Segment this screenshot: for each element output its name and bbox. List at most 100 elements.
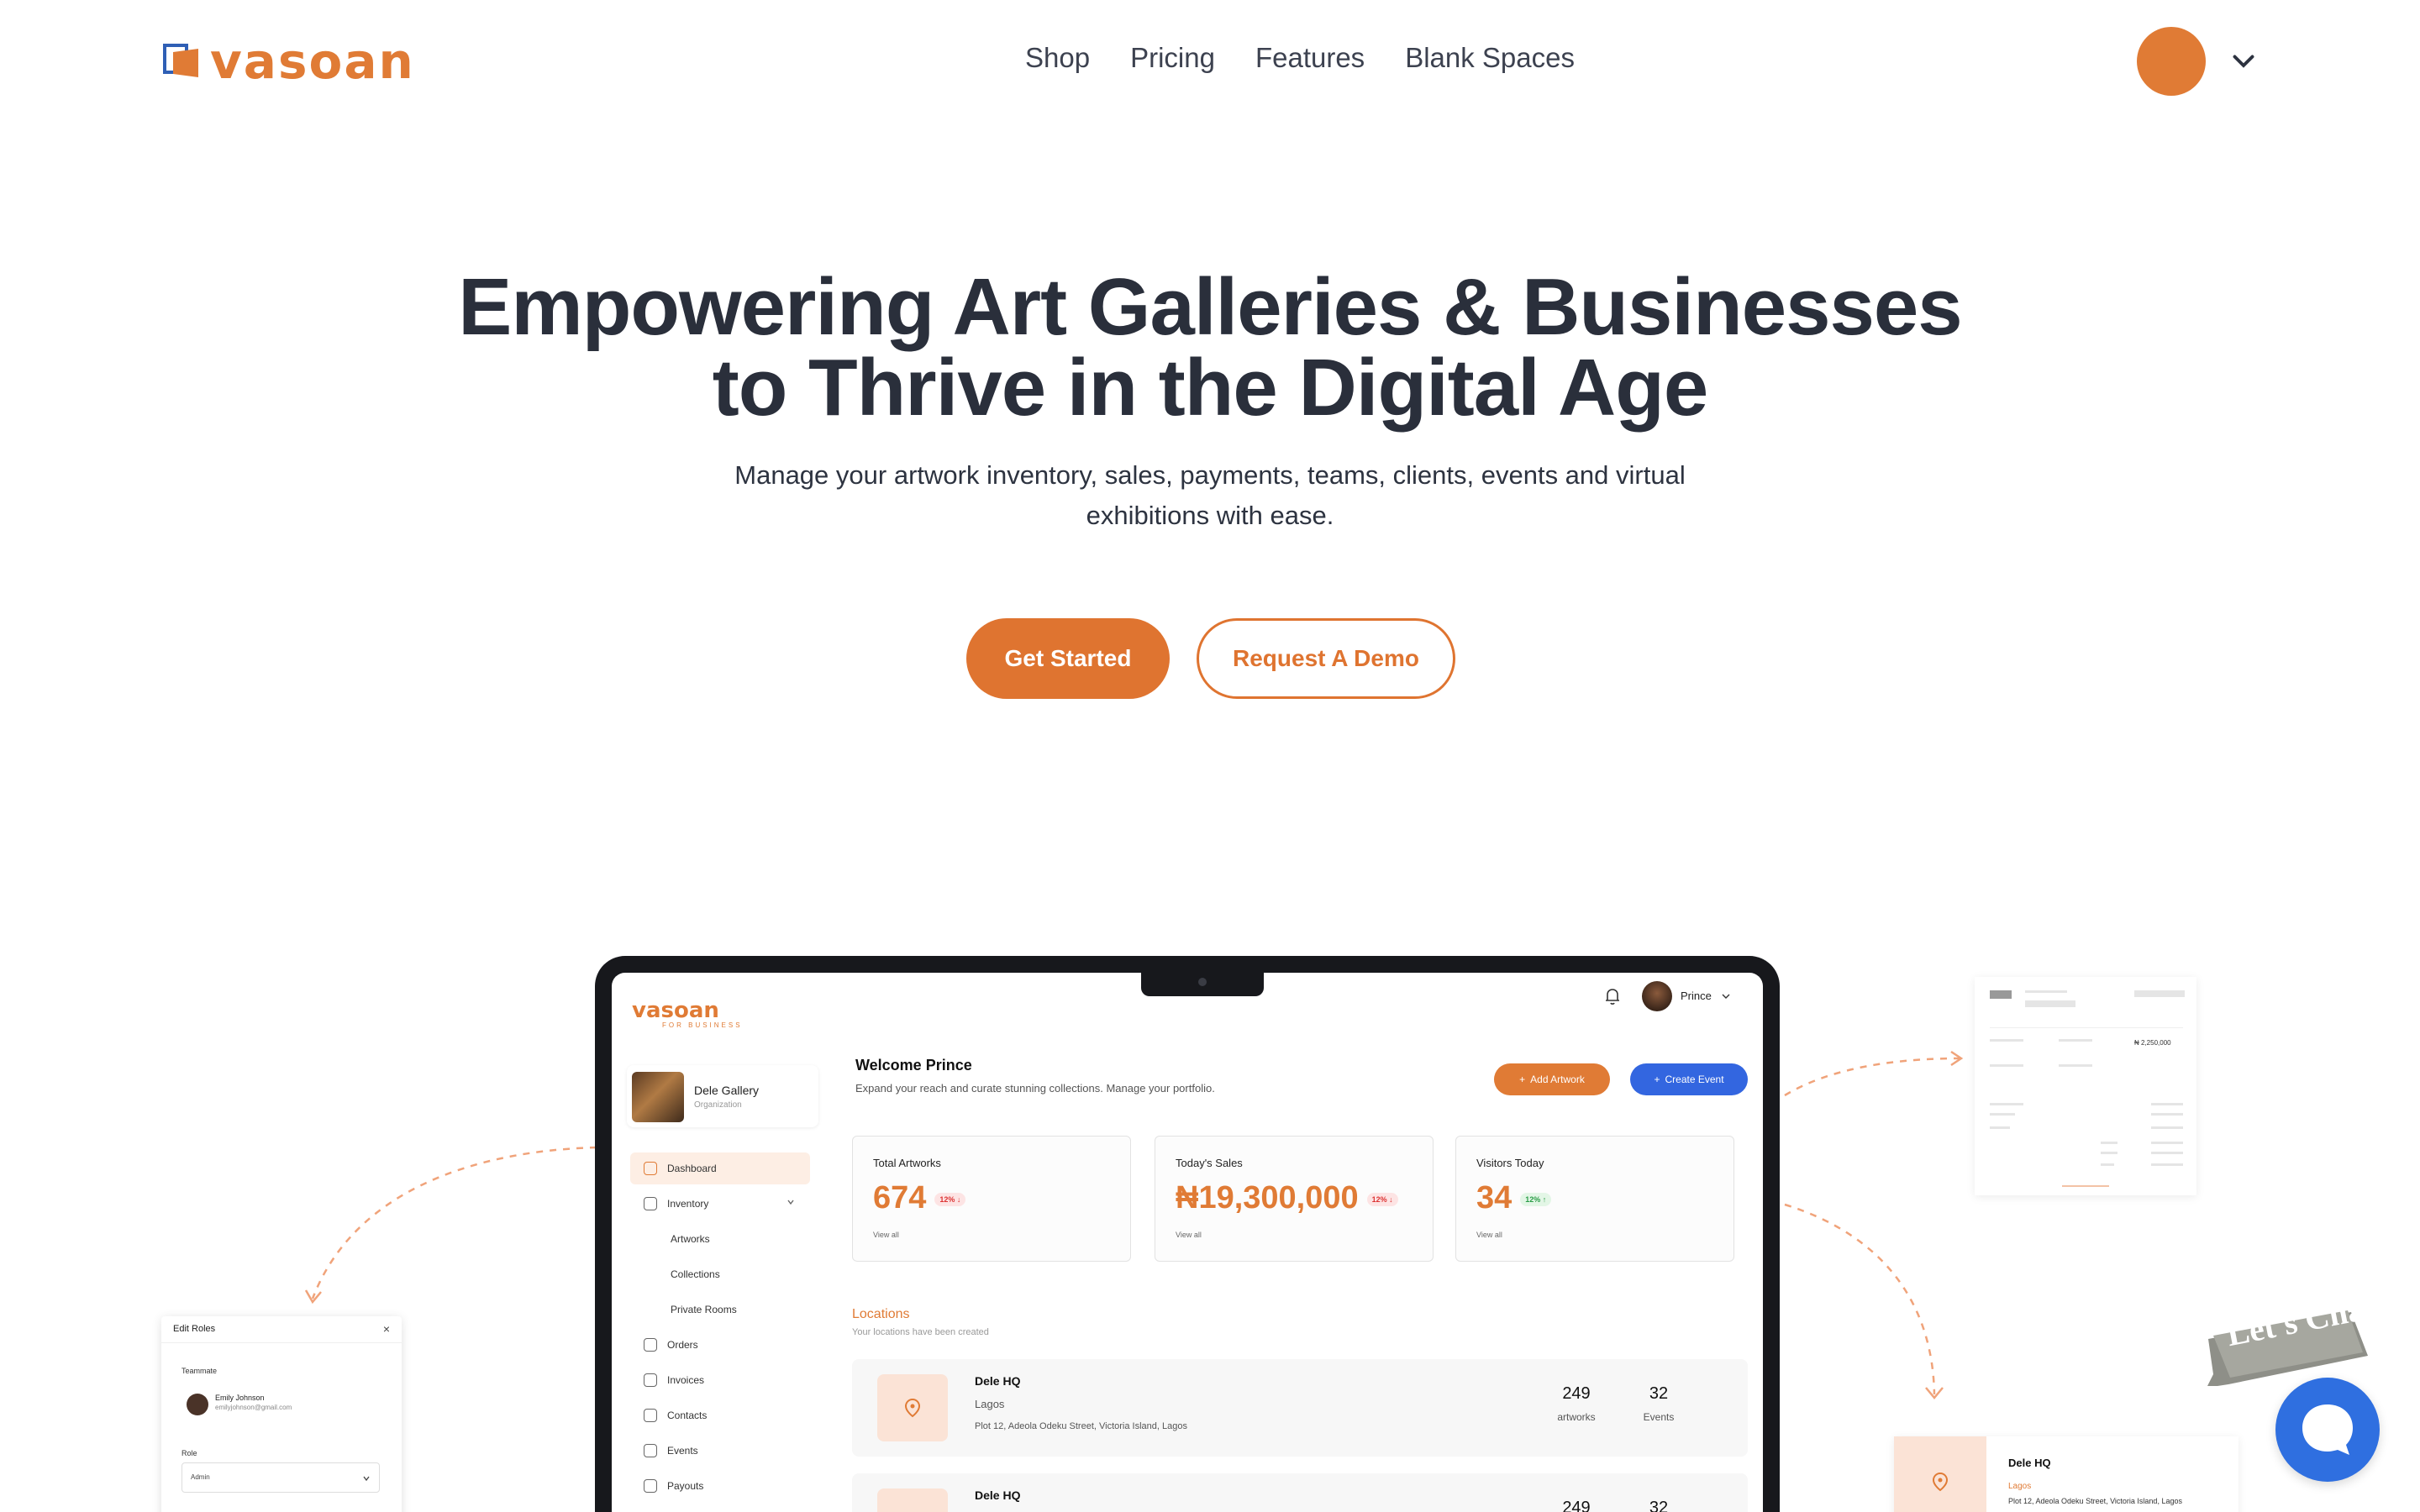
laptop-mockup: vasοan FOR BUSINESS Dele Gallery Organiz… bbox=[595, 956, 1780, 1512]
org-name: Dele Gallery bbox=[694, 1084, 760, 1097]
add-artwork-button[interactable]: + Add Artwork bbox=[1494, 1063, 1610, 1095]
app-logo-text: vasοan bbox=[632, 998, 719, 1023]
sidebar-item-label: Private Rooms bbox=[671, 1304, 737, 1315]
location-name: Dele HQ bbox=[2008, 1457, 2051, 1469]
invoice-line bbox=[2101, 1163, 2114, 1166]
stat-number: 34 bbox=[1476, 1180, 1512, 1215]
inventory-icon bbox=[644, 1197, 657, 1210]
location-pin-icon bbox=[1894, 1436, 1986, 1512]
location-row[interactable]: Dele HQ Lagos Plot 12, Adeola Odeku Stre… bbox=[852, 1359, 1748, 1457]
nav-link-blank-spaces[interactable]: Blank Spaces bbox=[1405, 42, 1575, 74]
location-pin-icon bbox=[877, 1488, 948, 1512]
invoice-line bbox=[2151, 1103, 2183, 1105]
location-address: Plot 12, Adeola Odeku Street, Victoria I… bbox=[2008, 1497, 2182, 1505]
hero-title: Empowering Art Galleries & Businesses to… bbox=[0, 267, 2420, 428]
create-event-label: Create Event bbox=[1665, 1074, 1724, 1085]
dashed-arrow-top-right bbox=[1784, 1050, 1964, 1097]
org-switcher[interactable]: Dele Gallery Organization bbox=[627, 1065, 818, 1127]
invoice-line bbox=[2151, 1142, 2183, 1144]
view-all-link[interactable]: View all bbox=[1176, 1231, 1202, 1239]
close-icon[interactable]: × bbox=[383, 1322, 390, 1336]
sidebar-item-contacts[interactable]: Contacts bbox=[630, 1399, 810, 1431]
role-label: Role bbox=[182, 1449, 197, 1457]
member-name: Emily Johnson bbox=[215, 1394, 265, 1402]
stat-label: Visitors Today bbox=[1476, 1157, 1544, 1169]
request-demo-button[interactable]: Request A Demo bbox=[1197, 618, 1455, 699]
stat-label: Today's Sales bbox=[1176, 1157, 1243, 1169]
location-pin-icon bbox=[877, 1374, 948, 1441]
home-icon bbox=[644, 1162, 657, 1175]
invoice-logo bbox=[1990, 990, 2012, 999]
nav-links: Shop Pricing Features Blank Spaces bbox=[1025, 42, 1575, 74]
member-email: emilyjohnson@gmail.com bbox=[215, 1404, 292, 1411]
teammate-label: Teammate bbox=[182, 1367, 218, 1375]
sidebar-item-invoices[interactable]: Invoices bbox=[630, 1364, 810, 1396]
chat-launcher-button[interactable] bbox=[2275, 1378, 2380, 1482]
events-count: 32 bbox=[1649, 1384, 1669, 1403]
location-preview-card: Dele HQ Lagos Plot 12, Adeola Odeku Stre… bbox=[1894, 1436, 2238, 1512]
role-select[interactable]: Admin bbox=[182, 1462, 380, 1493]
invoice-line bbox=[2025, 990, 2067, 993]
brand-name: vasοan bbox=[210, 33, 415, 90]
stat-value: 674 12% ↓ bbox=[873, 1180, 966, 1216]
user-avatar[interactable] bbox=[2137, 27, 2206, 96]
nav-link-pricing[interactable]: Pricing bbox=[1130, 42, 1215, 74]
view-all-link[interactable]: View all bbox=[1476, 1231, 1502, 1239]
invoice-line bbox=[2151, 1152, 2183, 1154]
stat-card-total-artworks: Total Artworks 674 12% ↓ View all bbox=[852, 1136, 1131, 1262]
invoice-footer bbox=[2062, 1185, 2109, 1187]
bell-icon[interactable] bbox=[1603, 986, 1622, 1006]
events-count: 32 bbox=[1649, 1499, 1669, 1512]
sidebar-item-dashboard[interactable]: Dashboard bbox=[630, 1152, 810, 1184]
welcome-title: Welcome Prince bbox=[855, 1057, 972, 1074]
location-city: Lagos bbox=[975, 1398, 1005, 1410]
stat-value: ₦19,300,000 12% ↓ bbox=[1176, 1180, 1398, 1216]
sidebar-item-label: Payouts bbox=[667, 1480, 704, 1492]
nav-link-features[interactable]: Features bbox=[1255, 42, 1365, 74]
locations-subtitle: Your locations have been created bbox=[852, 1327, 989, 1337]
invoice-line bbox=[2101, 1152, 2118, 1154]
camera-dot bbox=[1198, 978, 1207, 986]
sidebar-item-private-rooms[interactable]: Private Rooms bbox=[630, 1294, 810, 1326]
view-all-link[interactable]: View all bbox=[873, 1231, 899, 1239]
sidebar-item-inventory[interactable]: Inventory bbox=[630, 1188, 810, 1220]
sidebar-item-artworks[interactable]: Artworks bbox=[630, 1223, 810, 1255]
hero-title-line2: to Thrive in the Digital Age bbox=[712, 343, 1709, 433]
sidebar-item-label: Invoices bbox=[667, 1374, 705, 1386]
sidebar-item-orders[interactable]: Orders bbox=[630, 1329, 810, 1361]
welcome-subtitle: Expand your reach and curate stunning co… bbox=[855, 1082, 1215, 1095]
trend-badge: 12% ↑ bbox=[1520, 1192, 1552, 1206]
invoice-line bbox=[2059, 1064, 2092, 1067]
dashed-arrow-left bbox=[304, 1146, 597, 1305]
events-label: Events bbox=[1643, 1411, 1675, 1423]
invoice-line bbox=[2134, 990, 2185, 997]
user-avatar[interactable] bbox=[1642, 981, 1672, 1011]
chevron-down-icon[interactable] bbox=[2228, 45, 2259, 76]
sidebar-item-collections[interactable]: Collections bbox=[630, 1258, 810, 1290]
chevron-down-icon[interactable] bbox=[1721, 991, 1731, 1001]
sidebar-item-events[interactable]: Events bbox=[630, 1435, 810, 1467]
dashed-arrow-bottom-right bbox=[1784, 1203, 1944, 1399]
user-name[interactable]: Prince bbox=[1681, 990, 1712, 1002]
logo-mark-icon bbox=[163, 44, 198, 77]
create-event-button[interactable]: + Create Event bbox=[1630, 1063, 1748, 1095]
sidebar-item-payouts[interactable]: Payouts bbox=[630, 1470, 810, 1502]
nav-link-shop[interactable]: Shop bbox=[1025, 42, 1090, 74]
location-name: Dele HQ bbox=[975, 1488, 1021, 1502]
payouts-icon bbox=[644, 1479, 657, 1493]
get-started-button[interactable]: Get Started bbox=[966, 618, 1170, 699]
brand-logo[interactable]: vasοan bbox=[161, 37, 415, 86]
location-row[interactable]: Dele HQ 249 32 bbox=[852, 1473, 1748, 1512]
sidebar-item-label: Artworks bbox=[671, 1233, 710, 1245]
artworks-count: 249 bbox=[1562, 1499, 1591, 1512]
invoice-line bbox=[2151, 1126, 2183, 1129]
dashboard-screen: vasοan FOR BUSINESS Dele Gallery Organiz… bbox=[612, 973, 1763, 1512]
laptop-notch bbox=[1141, 973, 1264, 996]
stat-value: 34 12% ↑ bbox=[1476, 1180, 1552, 1216]
artworks-label: artworks bbox=[1557, 1411, 1596, 1423]
app-logo[interactable]: vasοan FOR BUSINESS bbox=[632, 998, 743, 1029]
invoice-line bbox=[2101, 1142, 2118, 1144]
top-navbar: vasοan Shop Pricing Features Blank Space… bbox=[0, 0, 2420, 126]
chat-bubble-icon bbox=[2302, 1404, 2353, 1455]
invoice-line bbox=[1990, 1039, 2023, 1042]
